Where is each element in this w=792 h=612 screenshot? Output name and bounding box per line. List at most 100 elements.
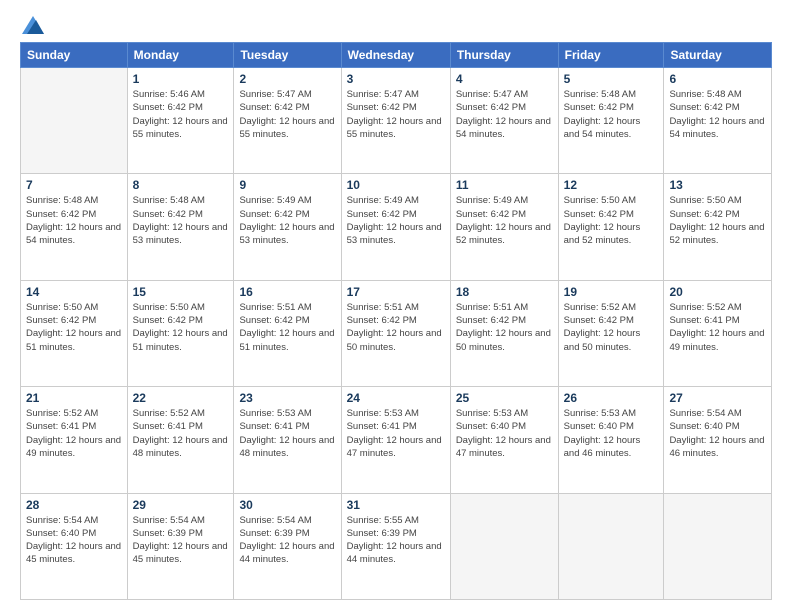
calendar-cell: 11 Sunrise: 5:49 AM Sunset: 6:42 PM Dayli… (450, 174, 558, 280)
calendar-cell: 9Sunrise: 5:49 AM Sunset: 6:42 PM Daylig… (234, 174, 341, 280)
calendar-cell: 1 Sunrise: 5:46 AM Sunset: 6:42 PM Daylig… (127, 68, 234, 174)
calendar-cell: 20 Sunrise: 5:52 AM Sunset: 6:41 PM Dayli… (664, 280, 772, 386)
day-number: 30 (239, 498, 335, 512)
day-info: Sunrise: 5:51 AM Sunset: 6:42 PM Dayligh… (456, 301, 553, 354)
logo (20, 16, 44, 34)
day-info: Sunrise: 5:54 AM Sunset: 6:39 PM Dayligh… (239, 514, 335, 567)
day-number: 12 (564, 178, 659, 192)
calendar-cell: 24Sunrise: 5:53 AM Sunset: 6:41 PM Dayli… (341, 387, 450, 493)
calendar-cell: 31 Sunrise: 5:55 AM Sunset: 6:39 PM Dayli… (341, 493, 450, 599)
day-number: 18 (456, 285, 553, 299)
day-number: 24 (347, 391, 445, 405)
calendar-cell: 27 Sunrise: 5:54 AM Sunset: 6:40 PM Dayli… (664, 387, 772, 493)
day-info: Sunrise: 5:47 AM Sunset: 6:42 PM Dayligh… (347, 88, 445, 141)
day-number: 11 (456, 178, 553, 192)
weekday-header-row: SundayMondayTuesdayWednesdayThursdayFrid… (21, 43, 772, 68)
calendar-cell: 6 Sunrise: 5:48 AM Sunset: 6:42 PM Daylig… (664, 68, 772, 174)
day-number: 10 (347, 178, 445, 192)
calendar-cell: 19Sunrise: 5:52 AM Sunset: 6:42 PM Dayli… (558, 280, 664, 386)
day-info: Sunrise: 5:48 AM Sunset: 6:42 PM Dayligh… (133, 194, 229, 247)
calendar-cell: 28 Sunrise: 5:54 AM Sunset: 6:40 PM Dayli… (21, 493, 128, 599)
calendar-cell: 14 Sunrise: 5:50 AM Sunset: 6:42 PM Dayli… (21, 280, 128, 386)
calendar-cell: 3 Sunrise: 5:47 AM Sunset: 6:42 PM Daylig… (341, 68, 450, 174)
calendar-cell: 16Sunrise: 5:51 AM Sunset: 6:42 PM Dayli… (234, 280, 341, 386)
calendar-week-row: 21 Sunrise: 5:52 AM Sunset: 6:41 PM Dayli… (21, 387, 772, 493)
calendar-cell: 30 Sunrise: 5:54 AM Sunset: 6:39 PM Dayli… (234, 493, 341, 599)
day-info: Sunrise: 5:48 AM Sunset: 6:42 PM Dayligh… (26, 194, 122, 247)
day-number: 4 (456, 72, 553, 86)
calendar-cell: 2Sunrise: 5:47 AM Sunset: 6:42 PM Daylig… (234, 68, 341, 174)
day-number: 3 (347, 72, 445, 86)
day-info: Sunrise: 5:48 AM Sunset: 6:42 PM Dayligh… (564, 88, 659, 141)
day-number: 27 (669, 391, 766, 405)
day-info: Sunrise: 5:55 AM Sunset: 6:39 PM Dayligh… (347, 514, 445, 567)
day-info: Sunrise: 5:54 AM Sunset: 6:40 PM Dayligh… (669, 407, 766, 460)
calendar-cell: 22Sunrise: 5:52 AM Sunset: 6:41 PM Dayli… (127, 387, 234, 493)
day-info: Sunrise: 5:47 AM Sunset: 6:42 PM Dayligh… (239, 88, 335, 141)
calendar-cell (21, 68, 128, 174)
day-info: Sunrise: 5:47 AM Sunset: 6:42 PM Dayligh… (456, 88, 553, 141)
calendar-cell: 23Sunrise: 5:53 AM Sunset: 6:41 PM Dayli… (234, 387, 341, 493)
day-number: 21 (26, 391, 122, 405)
weekday-header-saturday: Saturday (664, 43, 772, 68)
calendar-cell (450, 493, 558, 599)
day-info: Sunrise: 5:54 AM Sunset: 6:39 PM Dayligh… (133, 514, 229, 567)
calendar-week-row: 14 Sunrise: 5:50 AM Sunset: 6:42 PM Dayli… (21, 280, 772, 386)
calendar-cell: 8 Sunrise: 5:48 AM Sunset: 6:42 PM Daylig… (127, 174, 234, 280)
day-number: 6 (669, 72, 766, 86)
day-info: Sunrise: 5:49 AM Sunset: 6:42 PM Dayligh… (347, 194, 445, 247)
day-number: 25 (456, 391, 553, 405)
weekday-header-wednesday: Wednesday (341, 43, 450, 68)
calendar-cell (664, 493, 772, 599)
calendar-cell: 26 Sunrise: 5:53 AM Sunset: 6:40 PM Dayli… (558, 387, 664, 493)
weekday-header-thursday: Thursday (450, 43, 558, 68)
day-info: Sunrise: 5:53 AM Sunset: 6:40 PM Dayligh… (456, 407, 553, 460)
day-number: 16 (239, 285, 335, 299)
day-info: Sunrise: 5:52 AM Sunset: 6:41 PM Dayligh… (669, 301, 766, 354)
day-info: Sunrise: 5:48 AM Sunset: 6:42 PM Dayligh… (669, 88, 766, 141)
day-info: Sunrise: 5:50 AM Sunset: 6:42 PM Dayligh… (669, 194, 766, 247)
logo-area (20, 16, 44, 34)
day-number: 28 (26, 498, 122, 512)
calendar-cell: 21 Sunrise: 5:52 AM Sunset: 6:41 PM Dayli… (21, 387, 128, 493)
calendar-cell: 17Sunrise: 5:51 AM Sunset: 6:42 PM Dayli… (341, 280, 450, 386)
day-info: Sunrise: 5:54 AM Sunset: 6:40 PM Dayligh… (26, 514, 122, 567)
day-number: 15 (133, 285, 229, 299)
day-info: Sunrise: 5:52 AM Sunset: 6:41 PM Dayligh… (133, 407, 229, 460)
calendar-table: SundayMondayTuesdayWednesdayThursdayFrid… (20, 42, 772, 600)
calendar-week-row: 7Sunrise: 5:48 AM Sunset: 6:42 PM Daylig… (21, 174, 772, 280)
day-number: 8 (133, 178, 229, 192)
day-number: 20 (669, 285, 766, 299)
day-info: Sunrise: 5:46 AM Sunset: 6:42 PM Dayligh… (133, 88, 229, 141)
day-number: 5 (564, 72, 659, 86)
day-number: 17 (347, 285, 445, 299)
day-number: 1 (133, 72, 229, 86)
calendar-week-row: 28 Sunrise: 5:54 AM Sunset: 6:40 PM Dayli… (21, 493, 772, 599)
day-info: Sunrise: 5:52 AM Sunset: 6:41 PM Dayligh… (26, 407, 122, 460)
weekday-header-sunday: Sunday (21, 43, 128, 68)
day-info: Sunrise: 5:49 AM Sunset: 6:42 PM Dayligh… (456, 194, 553, 247)
logo-icon (22, 16, 44, 34)
calendar-week-row: 1 Sunrise: 5:46 AM Sunset: 6:42 PM Daylig… (21, 68, 772, 174)
day-number: 13 (669, 178, 766, 192)
day-number: 31 (347, 498, 445, 512)
calendar-cell: 7Sunrise: 5:48 AM Sunset: 6:42 PM Daylig… (21, 174, 128, 280)
calendar-cell: 4 Sunrise: 5:47 AM Sunset: 6:42 PM Daylig… (450, 68, 558, 174)
calendar-cell: 12 Sunrise: 5:50 AM Sunset: 6:42 PM Dayli… (558, 174, 664, 280)
day-number: 14 (26, 285, 122, 299)
weekday-header-tuesday: Tuesday (234, 43, 341, 68)
day-info: Sunrise: 5:53 AM Sunset: 6:41 PM Dayligh… (239, 407, 335, 460)
calendar-cell: 13 Sunrise: 5:50 AM Sunset: 6:42 PM Dayli… (664, 174, 772, 280)
day-info: Sunrise: 5:49 AM Sunset: 6:42 PM Dayligh… (239, 194, 335, 247)
calendar-cell: 18 Sunrise: 5:51 AM Sunset: 6:42 PM Dayli… (450, 280, 558, 386)
day-info: Sunrise: 5:50 AM Sunset: 6:42 PM Dayligh… (26, 301, 122, 354)
day-number: 26 (564, 391, 659, 405)
day-info: Sunrise: 5:52 AM Sunset: 6:42 PM Dayligh… (564, 301, 659, 354)
calendar-cell (558, 493, 664, 599)
weekday-header-monday: Monday (127, 43, 234, 68)
page-header (20, 16, 772, 34)
calendar-page: SundayMondayTuesdayWednesdayThursdayFrid… (0, 0, 792, 612)
day-info: Sunrise: 5:53 AM Sunset: 6:40 PM Dayligh… (564, 407, 659, 460)
calendar-cell: 5 Sunrise: 5:48 AM Sunset: 6:42 PM Daylig… (558, 68, 664, 174)
day-info: Sunrise: 5:50 AM Sunset: 6:42 PM Dayligh… (564, 194, 659, 247)
